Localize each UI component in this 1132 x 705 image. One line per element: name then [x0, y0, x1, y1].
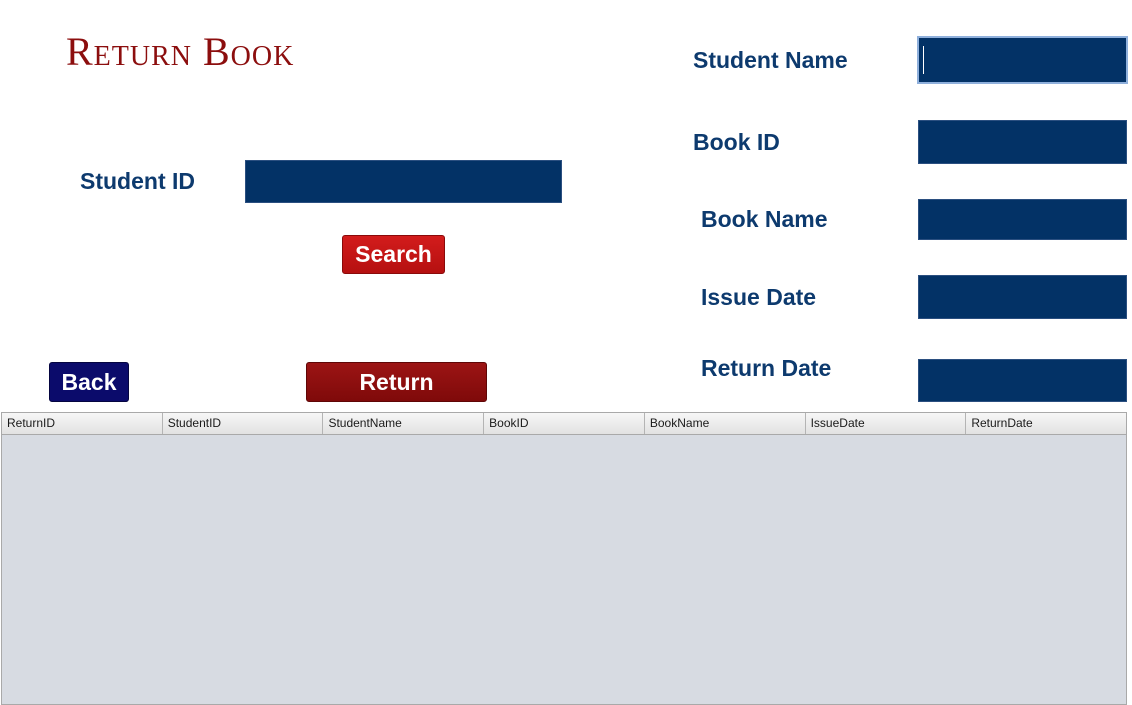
page-title: Return Book: [66, 29, 295, 74]
column-header-bookid[interactable]: BookID: [484, 413, 645, 434]
column-header-issuedate[interactable]: IssueDate: [806, 413, 967, 434]
column-header-studentname[interactable]: StudentName: [323, 413, 485, 434]
student-id-field[interactable]: [245, 160, 562, 203]
text-caret: [923, 46, 924, 74]
book-name-label: Book Name: [701, 206, 828, 232]
column-header-returnid[interactable]: ReturnID: [2, 413, 163, 434]
return-button[interactable]: Return: [306, 362, 487, 402]
search-button[interactable]: Search: [342, 235, 445, 274]
book-id-label: Book ID: [693, 129, 780, 155]
book-name-field[interactable]: [918, 199, 1127, 240]
column-header-studentid[interactable]: StudentID: [163, 413, 324, 434]
column-header-bookname[interactable]: BookName: [645, 413, 806, 434]
book-id-field[interactable]: [918, 120, 1127, 164]
table-body[interactable]: [2, 435, 1126, 704]
student-id-label: Student ID: [80, 168, 195, 194]
student-name-field[interactable]: [917, 36, 1128, 84]
return-date-label: Return Date: [701, 355, 832, 381]
issue-date-field[interactable]: [918, 275, 1127, 319]
return-book-window: Return Book Student ID Search Back Retur…: [0, 0, 1132, 705]
return-date-field[interactable]: [918, 359, 1127, 402]
issue-date-label: Issue Date: [701, 284, 817, 310]
returns-table[interactable]: ReturnID StudentID StudentName BookID Bo…: [1, 412, 1127, 705]
column-header-returndate[interactable]: ReturnDate: [966, 413, 1126, 434]
table-header: ReturnID StudentID StudentName BookID Bo…: [2, 413, 1126, 435]
student-name-label: Student Name: [693, 47, 848, 73]
back-button[interactable]: Back: [49, 362, 129, 402]
